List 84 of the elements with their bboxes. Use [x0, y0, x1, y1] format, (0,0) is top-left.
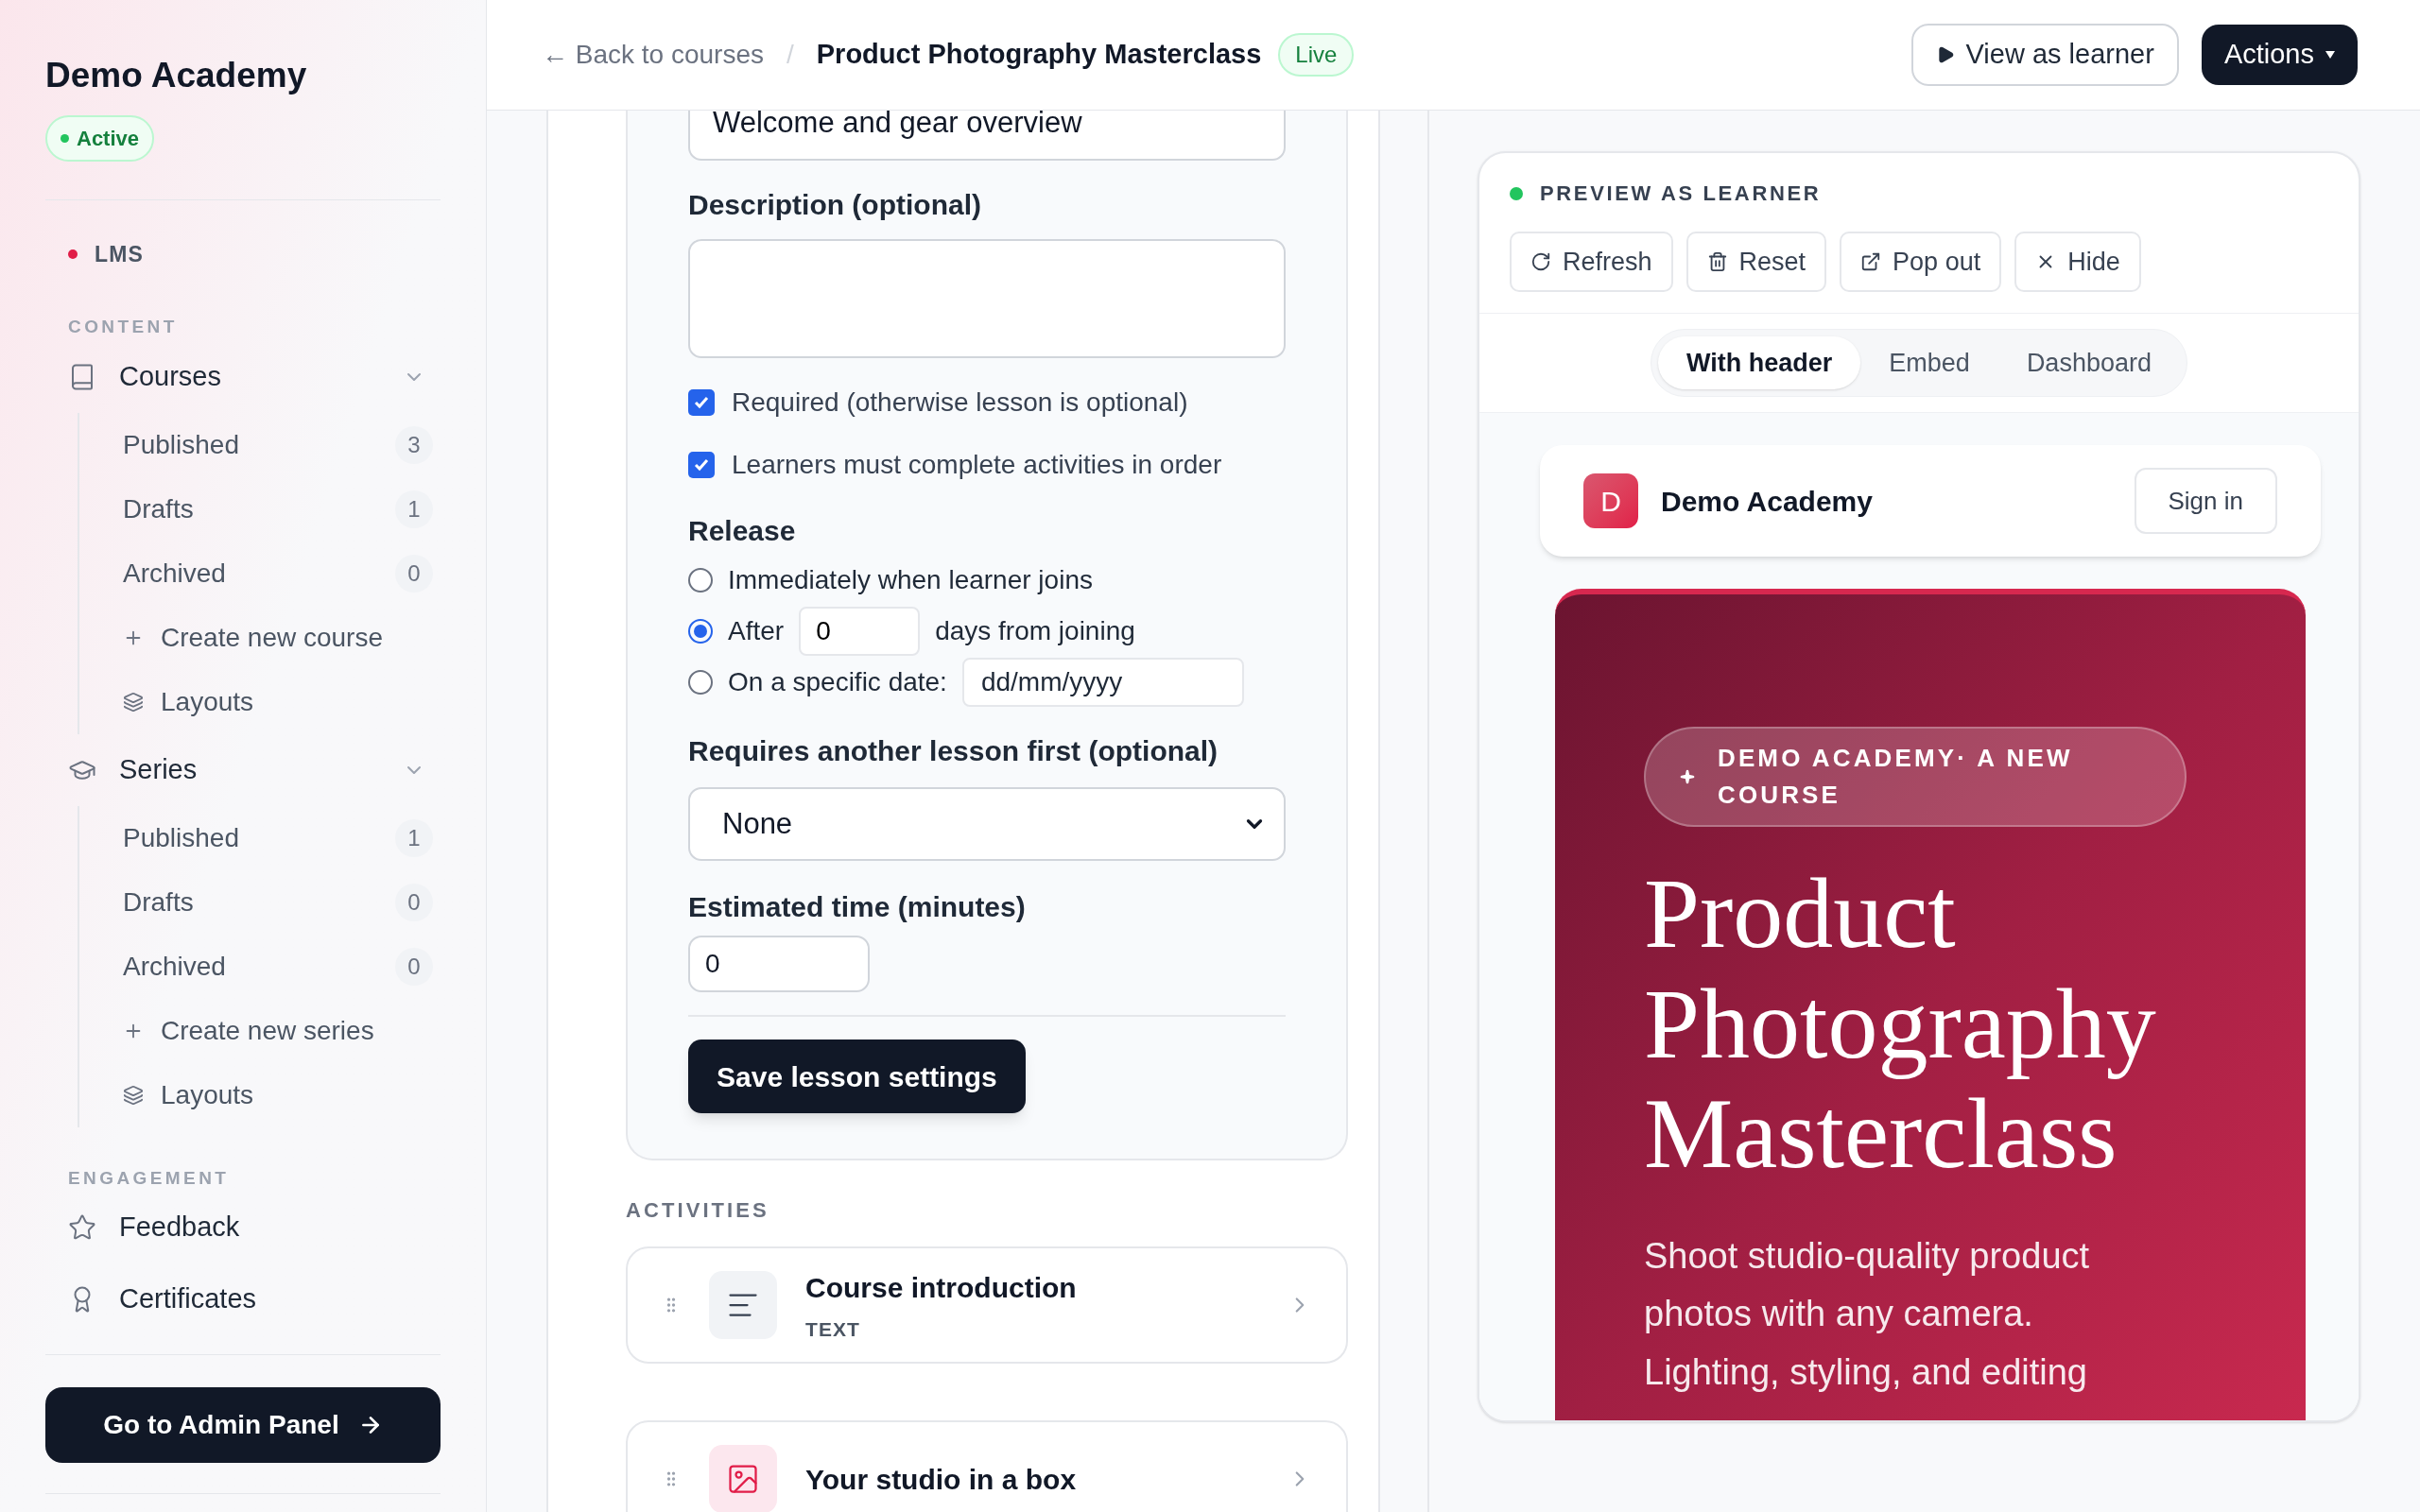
field-label: Requires another lesson first (optional) — [688, 734, 1219, 768]
count-badge: 0 — [395, 947, 433, 986]
sign-in-button[interactable]: Sign in — [2134, 468, 2277, 534]
nav-item[interactable]: Courses — [45, 340, 441, 413]
nav-subitem[interactable]: Archived 0 — [123, 934, 433, 999]
preview-button[interactable]: Refresh — [1510, 232, 1673, 292]
external-link-icon — [1860, 251, 1882, 272]
description-input[interactable] — [688, 239, 1286, 358]
section-heading: CONTENT — [67, 316, 179, 338]
layers-icon — [123, 691, 144, 713]
nav-subitem[interactable]: Drafts 1 — [123, 476, 433, 541]
checkbox[interactable] — [688, 389, 715, 416]
count-badge: 0 — [395, 554, 433, 593]
preview-button[interactable]: Reset — [1685, 232, 1827, 292]
activity-type: TEXT — [805, 1316, 861, 1342]
site-logo: D — [1583, 473, 1638, 528]
nav-subitem[interactable]: Create new series — [123, 998, 433, 1063]
radio-label: Immediately when learner joins — [728, 564, 1093, 596]
hero-description: Shoot studio-quality product photos with any camera. Lighting, styling, and editing — [1644, 1234, 2091, 1394]
count-badge: 1 — [395, 818, 433, 857]
nav-subitem[interactable]: Archived 0 — [123, 541, 433, 606]
count-badge: 1 — [395, 490, 433, 528]
status-badge: Active — [45, 114, 155, 162]
checkbox[interactable] — [688, 452, 715, 478]
nav-subitem[interactable]: Layouts — [123, 1062, 433, 1127]
preview-button[interactable]: Pop out — [1840, 232, 2002, 292]
hero-title: Product Photography Masterclass — [1644, 859, 2157, 1190]
trash-icon — [1706, 251, 1728, 272]
breadcrumb-separator: / — [786, 39, 794, 71]
refresh-icon — [1530, 251, 1551, 272]
view-as-learner-button[interactable]: View as learner — [1910, 24, 2179, 86]
count-badge: 0 — [395, 883, 433, 921]
nav-subitem[interactable]: Published 3 — [123, 412, 433, 477]
view-tab[interactable]: Embed — [1860, 336, 1998, 389]
site-name: Demo Academy — [1661, 484, 1874, 519]
activity-card[interactable]: Course introduction TEXT — [626, 1246, 1348, 1364]
nav-subitem[interactable]: Create new course — [123, 605, 433, 670]
activity-title: Your studio in a box — [805, 1462, 1078, 1497]
brand-name: Demo Academy — [45, 55, 308, 96]
title-input[interactable]: Welcome and gear overview — [688, 111, 1286, 161]
radio-label: On a specific date: — [728, 666, 947, 698]
status-badge: Live — [1278, 33, 1355, 77]
count-badge: 3 — [395, 425, 433, 464]
field-label: Release — [688, 514, 797, 548]
radio-button[interactable] — [688, 670, 713, 695]
preview-heading: PREVIEW AS LEARNER — [1540, 180, 1822, 207]
minutes-input[interactable]: 0 — [688, 936, 870, 992]
image-icon — [709, 1445, 777, 1512]
field-label: Description (optional) — [688, 188, 982, 222]
eyebrow-pill: DEMO ACADEMY· A NEW COURSE — [1644, 727, 2187, 827]
activity-title: Course introduction — [805, 1270, 1078, 1305]
radio-button[interactable] — [688, 619, 713, 644]
sparkle-icon — [1680, 769, 1695, 784]
layers-icon — [123, 1084, 144, 1106]
radio-button[interactable] — [688, 568, 713, 593]
radio-label: After — [728, 615, 785, 647]
radio-suffix: days from joining — [935, 615, 1135, 647]
nav-subitem[interactable]: Layouts — [123, 669, 433, 734]
checkbox-label: Learners must complete activities in order — [732, 449, 1222, 481]
save-button[interactable]: Save lesson settings — [688, 1040, 1026, 1113]
view-tab[interactable]: Dashboard — [1997, 336, 2180, 389]
star-icon — [68, 1213, 96, 1242]
date-input[interactable]: dd/mm/yyyy — [961, 658, 1244, 707]
nav-subitem[interactable]: Published 1 — [123, 805, 433, 870]
section-heading: ACTIVITIES — [626, 1197, 770, 1224]
nav-subitem[interactable]: Drafts 0 — [123, 869, 433, 935]
preview-button[interactable]: Hide — [2014, 232, 2141, 292]
section-heading: ENGAGEMENT — [67, 1166, 231, 1190]
course-title: Product Photography Masterclass — [816, 38, 1262, 72]
view-tab[interactable]: With header — [1658, 336, 1861, 389]
field-label: Estimated time (minutes) — [688, 890, 1027, 924]
days-input[interactable]: 0 — [799, 607, 921, 656]
nav-item[interactable]: Certificates — [45, 1263, 441, 1335]
checkbox-label: Required (otherwise lesson is optional) — [732, 387, 1188, 419]
admin-panel-button[interactable]: Go to Admin Panel — [45, 1387, 441, 1463]
nav-item[interactable]: Series — [45, 733, 441, 806]
prerequisite-select[interactable]: None — [688, 787, 1286, 861]
actions-button[interactable]: Actions — [2201, 25, 2358, 85]
caret-icon — [2325, 51, 2335, 59]
activity-card[interactable]: Your studio in a box — [626, 1420, 1348, 1512]
back-link[interactable]: ← Back to courses — [542, 35, 764, 75]
app-label: LMS — [95, 240, 144, 268]
nav-item[interactable]: Feedback — [45, 1192, 441, 1263]
text-lines-icon — [709, 1271, 777, 1339]
